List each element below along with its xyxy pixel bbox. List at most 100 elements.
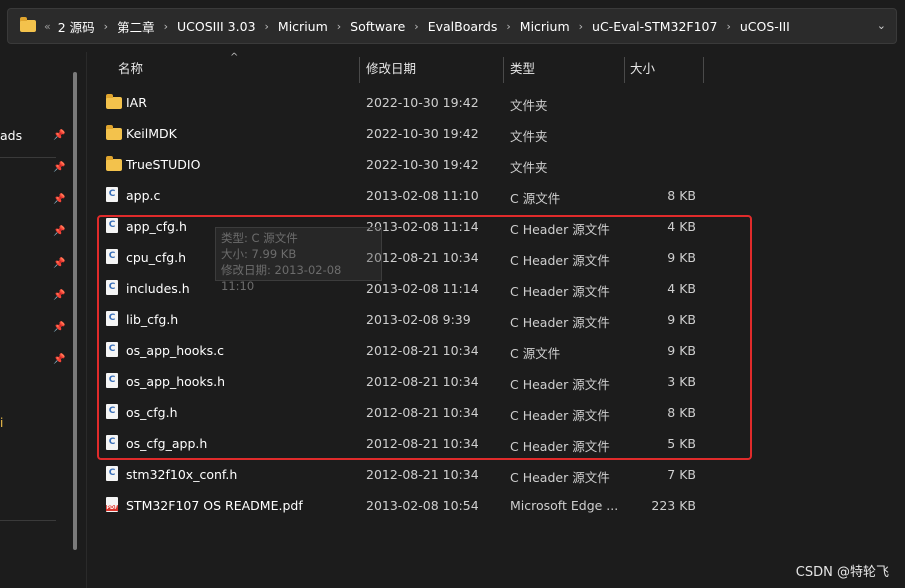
file-size: 4 KB — [667, 281, 696, 296]
pane-divider — [86, 52, 87, 588]
folder-icon — [20, 17, 36, 32]
chevron-right-icon[interactable]: › — [104, 20, 108, 33]
column-header-size[interactable]: 大小 — [630, 55, 655, 83]
file-type: C Header 源文件 — [510, 222, 610, 237]
c-file-icon: C — [106, 373, 118, 388]
file-modified: 2012-08-21 10:34 — [366, 405, 479, 420]
file-name: includes.h — [126, 281, 190, 296]
file-modified: 2013-02-08 11:14 — [366, 281, 479, 296]
list-item[interactable]: KeilMDK 2022-10-30 19:42 文件夹 — [96, 118, 716, 149]
column-divider[interactable] — [624, 57, 625, 83]
file-type: C 源文件 — [510, 346, 561, 361]
tooltip-modified: 修改日期: 2013-02-08 11:10 — [221, 263, 342, 293]
breadcrumb-item[interactable]: 2 源码 — [58, 17, 95, 36]
file-name: STM32F107 OS README.pdf — [126, 498, 303, 513]
chevron-right-icon[interactable]: › — [414, 20, 418, 33]
column-header-type[interactable]: 类型 — [510, 55, 535, 83]
nav-item-label[interactable]: ads — [0, 128, 22, 143]
watermark: CSDN @特轮飞 — [795, 565, 889, 580]
pin-icon[interactable]: 📌 — [53, 226, 65, 237]
breadcrumb-item[interactable]: uCOS-III — [740, 19, 790, 34]
list-item[interactable]: C app.c 2013-02-08 11:10 C 源文件 8 KB — [96, 180, 716, 211]
file-type: C Header 源文件 — [510, 315, 610, 330]
file-name: stm32f10x_conf.h — [126, 467, 238, 482]
file-type: C Header 源文件 — [510, 253, 610, 268]
list-item[interactable]: C cpu_cfg.h 2012-08-21 10:34 C Header 源文… — [96, 242, 716, 273]
file-type: C Header 源文件 — [510, 377, 610, 392]
list-item[interactable]: C includes.h 2013-02-08 11:14 C Header 源… — [96, 273, 716, 304]
file-size: 9 KB — [667, 250, 696, 265]
breadcrumb-item[interactable]: UCOSIII 3.03 — [177, 19, 256, 34]
file-name: os_app_hooks.h — [126, 374, 226, 389]
pin-icon[interactable]: 📌 — [53, 290, 65, 301]
list-item[interactable]: C os_app_hooks.c 2012-08-21 10:34 C 源文件 … — [96, 335, 716, 366]
address-bar[interactable]: « 2 源码 › 第二章 › UCOSIII 3.03 › Micrium › Soft… — [7, 8, 897, 44]
pin-icon[interactable]: 📌 — [53, 258, 65, 269]
breadcrumb-item[interactable]: uC-Eval-STM32F107 — [592, 19, 717, 34]
file-type: 文件夹 — [510, 160, 548, 175]
chevron-right-icon[interactable]: › — [337, 20, 341, 33]
file-type: Microsoft Edge ... — [510, 498, 619, 513]
breadcrumb-item[interactable]: 第二章 — [117, 17, 155, 36]
list-item[interactable]: C os_cfg_app.h 2012-08-21 10:34 C Header… — [96, 428, 716, 459]
breadcrumb-item[interactable]: EvalBoards — [428, 19, 498, 34]
file-modified: 2012-08-21 10:34 — [366, 436, 479, 451]
list-item[interactable]: C os_cfg.h 2012-08-21 10:34 C Header 源文件… — [96, 397, 716, 428]
tooltip-type: 类型: C 源文件 — [221, 231, 298, 245]
column-divider[interactable] — [703, 57, 704, 83]
chevron-right-icon[interactable]: › — [579, 20, 583, 33]
file-name: os_cfg.h — [126, 405, 178, 420]
list-item[interactable]: TrueSTUDIO 2022-10-30 19:42 文件夹 — [96, 149, 716, 180]
pin-icon[interactable]: 📌 — [53, 322, 65, 333]
c-file-icon: C — [106, 342, 118, 357]
c-file-icon: C — [106, 404, 118, 419]
file-type: 文件夹 — [510, 98, 548, 113]
file-size: 3 KB — [667, 374, 696, 389]
pin-icon[interactable]: 📌 — [53, 130, 65, 141]
file-name: cpu_cfg.h — [126, 250, 187, 265]
navigation-pane: ads 📌 📌 📌 📌 📌 📌 📌 📌 i — [0, 52, 80, 588]
pin-icon[interactable]: 📌 — [53, 194, 65, 205]
breadcrumb-item[interactable]: Micrium — [278, 19, 328, 34]
file-size: 7 KB — [667, 467, 696, 482]
column-divider[interactable] — [503, 57, 504, 83]
chevron-down-icon[interactable]: ⌄ — [877, 19, 886, 32]
pin-icon[interactable]: 📌 — [53, 354, 65, 365]
column-header-name[interactable]: 名称 — [118, 55, 143, 83]
chevron-right-icon[interactable]: › — [265, 20, 269, 33]
breadcrumb-item[interactable]: Micrium — [520, 19, 570, 34]
c-file-icon: C — [106, 435, 118, 450]
file-type: C 源文件 — [510, 191, 561, 206]
column-divider[interactable] — [359, 57, 360, 83]
pin-icon[interactable]: 📌 — [53, 162, 65, 173]
file-name: app_cfg.h — [126, 219, 187, 234]
folder-icon — [106, 156, 122, 171]
list-item[interactable]: C os_app_hooks.h 2012-08-21 10:34 C Head… — [96, 366, 716, 397]
c-file-icon: C — [106, 466, 118, 481]
nav-item-label[interactable]: i — [0, 416, 3, 430]
list-item[interactable]: C lib_cfg.h 2013-02-08 9:39 C Header 源文件… — [96, 304, 716, 335]
pdf-file-icon — [106, 497, 118, 512]
c-file-icon: C — [106, 218, 118, 233]
file-modified: 2013-02-08 10:54 — [366, 498, 479, 513]
file-name: lib_cfg.h — [126, 312, 179, 327]
chevron-right-icon[interactable]: › — [726, 20, 730, 33]
breadcrumb-item[interactable]: Software — [350, 19, 405, 34]
chevron-right-icon[interactable]: › — [164, 20, 168, 33]
nav-scrollbar[interactable] — [73, 72, 77, 550]
file-name: os_app_hooks.c — [126, 343, 225, 358]
file-name: os_cfg_app.h — [126, 436, 208, 451]
chevron-right-icon[interactable]: › — [506, 20, 510, 33]
overflow-chevron[interactable]: « — [44, 20, 51, 33]
list-item[interactable]: C stm32f10x_conf.h 2012-08-21 10:34 C He… — [96, 459, 716, 490]
file-type: 文件夹 — [510, 129, 548, 144]
file-size: 223 KB — [651, 498, 696, 513]
list-item[interactable]: C app_cfg.h 2013-02-08 11:14 C Header 源文… — [96, 211, 716, 242]
file-size: 9 KB — [667, 312, 696, 327]
column-header-modified[interactable]: 修改日期 — [366, 55, 416, 83]
divider — [0, 520, 56, 521]
list-item[interactable]: IAR 2022-10-30 19:42 文件夹 — [96, 87, 716, 118]
file-name: TrueSTUDIO — [126, 157, 201, 172]
file-modified: 2012-08-21 10:34 — [366, 467, 479, 482]
list-item[interactable]: STM32F107 OS README.pdf 2013-02-08 10:54… — [96, 490, 716, 521]
